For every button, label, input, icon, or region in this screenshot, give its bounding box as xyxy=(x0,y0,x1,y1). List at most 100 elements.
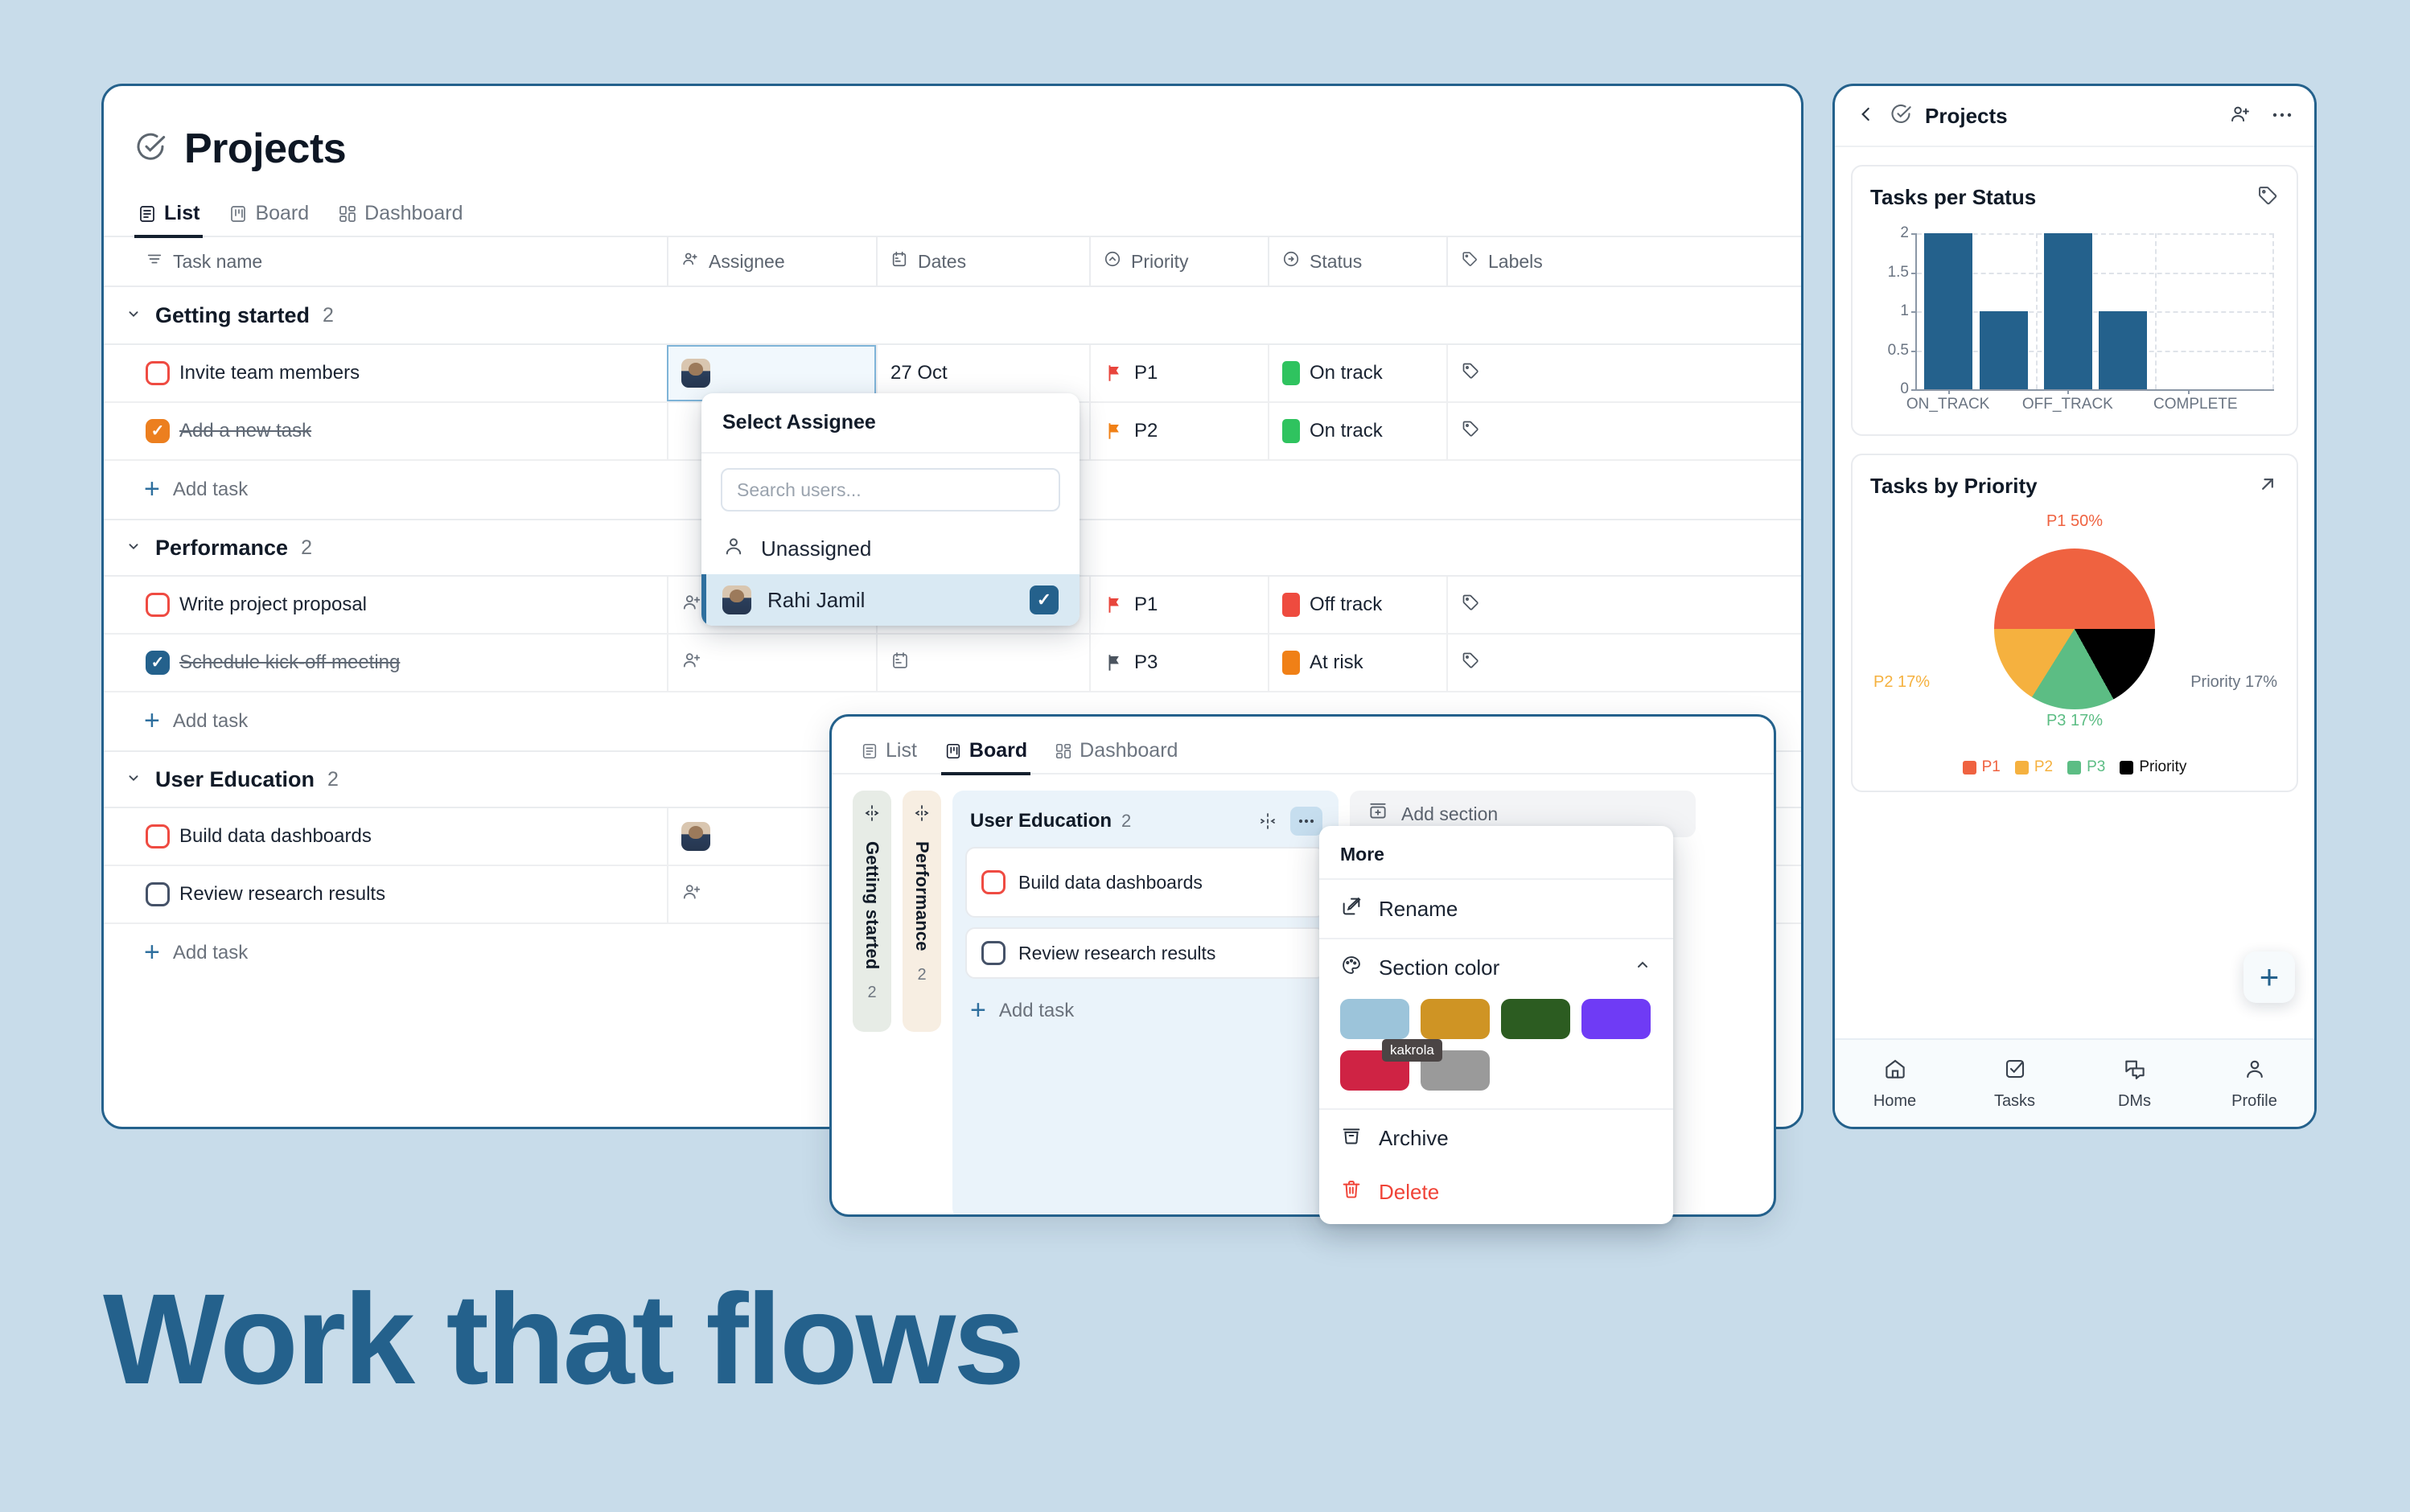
section-name: Getting started xyxy=(155,302,311,327)
column-header-assignee[interactable]: Assignee xyxy=(667,237,876,286)
nav-item-dms[interactable]: DMs xyxy=(2075,1057,2194,1111)
column-header-dates[interactable]: Dates xyxy=(876,237,1089,286)
menu-item-delete[interactable]: Delete xyxy=(1319,1166,1673,1224)
cell-task-name[interactable]: Review research results xyxy=(104,866,667,922)
column-header-status[interactable]: Status xyxy=(1268,237,1446,286)
cell-status[interactable]: At risk xyxy=(1268,635,1446,691)
color-swatch-violet[interactable] xyxy=(1581,999,1651,1039)
tag-icon[interactable] xyxy=(1461,361,1480,386)
cell-assignee[interactable] xyxy=(667,635,876,691)
menu-item-section-color[interactable]: Section color xyxy=(1319,938,1673,996)
cell-task-name[interactable]: ✓ Add a new task xyxy=(104,403,667,459)
cell-labels[interactable] xyxy=(1446,577,1801,633)
assignee-option-rahi-jamil[interactable]: Rahi Jamil ✓ xyxy=(701,574,1080,626)
color-swatch-blue[interactable] xyxy=(1340,999,1409,1039)
assignee-option-unassigned[interactable]: Unassigned xyxy=(701,523,1080,574)
column-header-priority[interactable]: Priority xyxy=(1089,237,1268,286)
chart-title: Tasks per Status xyxy=(1870,185,2037,209)
more-dots-icon[interactable] xyxy=(2271,109,2293,123)
nav-item-profile[interactable]: Profile xyxy=(2194,1057,2314,1111)
person-plus-icon[interactable] xyxy=(681,592,702,618)
tab-dashboard-label: Dashboard xyxy=(1080,739,1178,762)
cell-task-name[interactable]: Write project proposal xyxy=(104,577,667,633)
status-swatch xyxy=(1282,651,1300,675)
table-row[interactable]: ✓ Schedule kick-off meeting P3 At risk xyxy=(104,635,1801,692)
column-header-task-name[interactable]: Task name xyxy=(104,237,667,286)
expand-collapse-icon[interactable] xyxy=(912,803,932,827)
chevron-left-icon[interactable] xyxy=(1856,104,1877,129)
cell-priority[interactable]: P2 xyxy=(1089,403,1268,459)
check-icon: ✓ xyxy=(1030,585,1059,614)
tab-list[interactable]: List xyxy=(857,734,920,775)
chevron-down-icon[interactable] xyxy=(125,537,142,559)
task-checkbox[interactable] xyxy=(146,361,170,385)
task-checkbox[interactable] xyxy=(981,870,1006,894)
gridline xyxy=(2154,233,2157,389)
dashboard-icon xyxy=(1055,742,1072,760)
tab-dashboard[interactable]: Dashboard xyxy=(335,197,466,238)
expand-arrow-icon[interactable] xyxy=(2256,473,2279,499)
menu-item-rename[interactable]: Rename xyxy=(1319,880,1673,938)
person-plus-icon[interactable] xyxy=(2229,103,2252,129)
legend-label: P1 xyxy=(1981,758,2001,775)
task-checkbox[interactable]: ✓ xyxy=(146,419,170,443)
search-input[interactable] xyxy=(721,468,1060,512)
chevron-down-icon[interactable] xyxy=(125,305,142,327)
cell-priority[interactable]: P1 xyxy=(1089,345,1268,401)
board-column-collapsed-performance[interactable]: Performance 2 xyxy=(903,791,941,1032)
chevron-up-icon[interactable] xyxy=(1633,955,1652,980)
cell-status[interactable]: On track xyxy=(1268,403,1446,459)
tab-dashboard[interactable]: Dashboard xyxy=(1051,734,1181,775)
cell-status[interactable]: On track xyxy=(1268,345,1446,401)
calendar-icon[interactable] xyxy=(890,651,910,676)
task-checkbox[interactable] xyxy=(146,882,170,906)
tag-icon[interactable] xyxy=(1461,593,1480,618)
task-title: Build data dashboards xyxy=(1018,871,1203,893)
tag-icon[interactable] xyxy=(2256,184,2279,211)
tab-list[interactable]: List xyxy=(134,197,204,238)
board-card[interactable]: Review research results xyxy=(965,927,1326,979)
add-fab-button[interactable]: + xyxy=(2243,951,2295,1003)
person-plus-icon[interactable] xyxy=(681,881,702,908)
tab-board-label: Board xyxy=(969,739,1028,762)
tab-board[interactable]: Board xyxy=(225,197,312,238)
menu-item-label: Rename xyxy=(1379,896,1458,921)
collapse-column-icon[interactable] xyxy=(1252,807,1284,836)
tag-icon[interactable] xyxy=(1461,651,1480,676)
cell-task-name[interactable]: Invite team members xyxy=(104,345,667,401)
tab-board[interactable]: Board xyxy=(940,734,1031,775)
cell-labels[interactable] xyxy=(1446,345,1801,401)
section-header[interactable]: Getting started 2 xyxy=(104,287,1801,345)
status-swatch xyxy=(1282,593,1300,617)
menu-item-archive[interactable]: Archive xyxy=(1319,1108,1673,1166)
task-checkbox[interactable] xyxy=(146,593,170,617)
chevron-down-icon[interactable] xyxy=(125,769,142,791)
cell-status[interactable]: Off track xyxy=(1268,577,1446,633)
cell-priority[interactable]: P3 xyxy=(1089,635,1268,691)
cell-priority[interactable]: P1 xyxy=(1089,577,1268,633)
cell-date[interactable] xyxy=(876,635,1089,691)
pie-label-p2: P2 17% xyxy=(1873,673,1931,691)
board-column-collapsed-getting-started[interactable]: Getting started 2 xyxy=(853,791,891,1032)
tag-icon[interactable] xyxy=(1461,419,1480,444)
board-card[interactable]: Build data dashboards xyxy=(965,847,1326,918)
color-swatch-green[interactable] xyxy=(1501,999,1570,1039)
cell-labels[interactable] xyxy=(1446,635,1801,691)
task-checkbox[interactable] xyxy=(146,824,170,848)
more-dots-icon[interactable] xyxy=(1290,807,1322,836)
pie-label-p1: P1 50% xyxy=(2046,512,2104,530)
task-checkbox[interactable]: ✓ xyxy=(146,651,170,675)
expand-collapse-icon[interactable] xyxy=(862,803,882,827)
cell-task-name[interactable]: Build data dashboards xyxy=(104,808,667,865)
nav-item-tasks[interactable]: Tasks xyxy=(1955,1057,2075,1111)
color-swatch-amber[interactable] xyxy=(1421,999,1490,1039)
task-checkbox[interactable] xyxy=(981,941,1006,965)
cell-task-name[interactable]: ✓ Schedule kick-off meeting xyxy=(104,635,667,691)
task-title: Add a new task xyxy=(179,420,312,442)
status-swatch xyxy=(1282,361,1300,385)
person-plus-icon[interactable] xyxy=(681,650,702,676)
add-task-button[interactable]: + Add task xyxy=(965,988,1326,1033)
column-header-labels[interactable]: Labels xyxy=(1446,237,1801,286)
nav-item-home[interactable]: Home xyxy=(1835,1057,1955,1111)
cell-labels[interactable] xyxy=(1446,403,1801,459)
